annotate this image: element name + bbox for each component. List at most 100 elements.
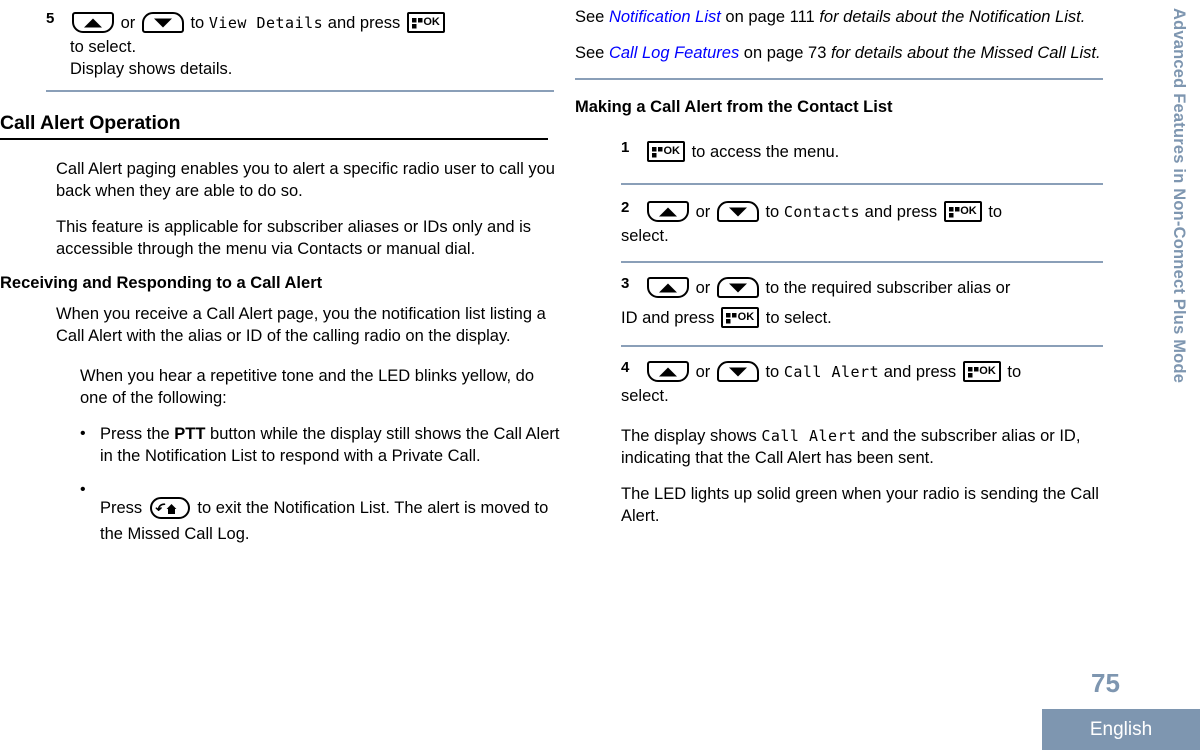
step-line-2-post: to select. bbox=[765, 309, 832, 327]
step-number: 1 bbox=[621, 139, 630, 156]
up-arrow-key[interactable] bbox=[647, 361, 689, 382]
menu-grid-icon bbox=[967, 367, 979, 378]
step-result: Display shows details. bbox=[70, 60, 233, 78]
down-triangle-icon bbox=[728, 283, 747, 292]
down-triangle-icon bbox=[728, 367, 747, 376]
menu-grid-icon bbox=[411, 18, 423, 29]
see-tail: for details about the Notification List. bbox=[819, 8, 1086, 26]
section-divider bbox=[46, 90, 554, 92]
display-value: Call Alert bbox=[761, 427, 857, 445]
or-label: or bbox=[695, 279, 711, 297]
see-label: See bbox=[575, 44, 609, 62]
and-press-label: and press bbox=[327, 14, 401, 32]
down-arrow-key[interactable] bbox=[716, 277, 759, 298]
step-number: 5 bbox=[46, 10, 55, 27]
or-label: or bbox=[120, 14, 136, 32]
link-call-log-features[interactable]: Call Log Features bbox=[609, 44, 739, 62]
up-arrow-key[interactable] bbox=[72, 12, 114, 33]
and-press-label: and press bbox=[883, 363, 957, 381]
menu-grid-icon bbox=[652, 147, 663, 158]
up-arrow-key[interactable] bbox=[647, 277, 689, 298]
up-triangle-icon bbox=[659, 367, 677, 376]
step-number: 3 bbox=[621, 275, 630, 292]
down-triangle-icon bbox=[728, 207, 747, 216]
to-label: to bbox=[765, 363, 780, 381]
ok-key[interactable]: OK bbox=[962, 361, 1001, 382]
step-divider bbox=[621, 261, 1103, 263]
up-triangle-icon bbox=[84, 18, 102, 27]
side-tab: Advanced Features in Non-Connect Plus Mo… bbox=[1155, 0, 1200, 660]
step-number: 4 bbox=[621, 359, 630, 376]
result-pre: The display shows bbox=[621, 427, 762, 445]
up-triangle-icon bbox=[659, 207, 677, 216]
ok-key-label: OK bbox=[960, 205, 977, 217]
menu-grid-icon bbox=[948, 207, 960, 218]
ok-key-label: OK bbox=[663, 145, 681, 157]
step-2: 2 or to Contacts and press OK to select. bbox=[621, 199, 1135, 247]
step-line-2: ID and press OK to select. bbox=[621, 301, 1135, 335]
step-body: or to View Details and press OK to selec… bbox=[70, 10, 560, 80]
back-home-icon bbox=[155, 503, 177, 514]
page-ref: on page 111 bbox=[720, 8, 820, 26]
result-display-shows: The display shows Call Alert and the sub… bbox=[621, 425, 1135, 469]
ok-key-label: OK bbox=[423, 16, 440, 28]
step-tail: to select. bbox=[70, 38, 137, 56]
display-value: Contacts bbox=[783, 203, 861, 221]
ok-key[interactable]: OK bbox=[406, 12, 445, 33]
step-tail: to access the menu. bbox=[691, 143, 840, 161]
step-number: 2 bbox=[621, 199, 630, 216]
step-5: 5 or to View Details and press OK to sel… bbox=[46, 10, 560, 80]
page-ref: on page 73 bbox=[739, 44, 831, 62]
bullet-list: • Press the PTT button while the display… bbox=[80, 423, 560, 547]
list-item: • Press the PTT button while the display… bbox=[80, 423, 560, 467]
link-notification-list[interactable]: Notification List bbox=[609, 8, 721, 26]
down-arrow-key[interactable] bbox=[716, 361, 759, 382]
section-divider bbox=[575, 78, 1103, 80]
step-tail: to bbox=[1007, 363, 1022, 381]
cross-reference-notification-list: See Notification List on page 111 for de… bbox=[575, 6, 1135, 28]
or-label: or bbox=[695, 203, 711, 221]
left-column: 5 or to View Details and press OK to sel… bbox=[0, 0, 560, 750]
step-line-1: to the required subscriber alias or bbox=[765, 279, 1011, 297]
and-press-label: and press bbox=[864, 203, 938, 221]
paragraph-feature-applicable: This feature is applicable for subscribe… bbox=[56, 218, 532, 258]
step-line-2-pre: ID and press bbox=[621, 309, 715, 327]
step-tail: to bbox=[988, 203, 1003, 221]
step-divider bbox=[621, 183, 1103, 185]
ok-key[interactable]: OK bbox=[943, 201, 982, 222]
paragraph-repetitive-tone: When you hear a repetitive tone and the … bbox=[80, 367, 535, 407]
back-home-key[interactable] bbox=[149, 497, 190, 519]
see-tail: for details about the Missed Call List. bbox=[830, 44, 1101, 62]
list-item: • Press to exit the Notification List. T… bbox=[80, 479, 560, 547]
paragraph-call-alert-intro: Call Alert paging enables you to alert a… bbox=[56, 160, 555, 200]
right-column: See Notification List on page 111 for de… bbox=[575, 0, 1135, 750]
step-body: or to Call Alert and press OK to select.… bbox=[621, 359, 1135, 527]
step-body: OK to access the menu. bbox=[645, 139, 1135, 165]
manual-page: 5 or to View Details and press OK to sel… bbox=[0, 0, 1200, 750]
step-3: 3 or to the required subscriber alias or… bbox=[621, 275, 1135, 335]
to-label: to bbox=[765, 203, 780, 221]
bullet-marker: • bbox=[80, 425, 86, 442]
display-value: View Details bbox=[208, 14, 324, 32]
up-triangle-icon bbox=[659, 283, 677, 292]
page-title: Call Alert Operation bbox=[0, 112, 548, 140]
ok-key-label: OK bbox=[737, 311, 755, 323]
down-arrow-key[interactable] bbox=[716, 201, 759, 222]
menu-grid-icon bbox=[726, 313, 737, 324]
step-1: 1 OK to access the menu. bbox=[621, 139, 1135, 165]
subsection-title-receiving: Receiving and Responding to a Call Alert bbox=[0, 274, 323, 292]
up-arrow-key[interactable] bbox=[647, 201, 689, 222]
bullet-pre: Press the bbox=[100, 425, 175, 443]
side-tab-label: Advanced Features in Non-Connect Plus Mo… bbox=[1170, 8, 1188, 384]
down-arrow-key[interactable] bbox=[141, 12, 184, 33]
see-label: See bbox=[575, 8, 609, 26]
ok-key-label: OK bbox=[979, 365, 996, 377]
bullet-pre: Press bbox=[100, 499, 143, 517]
paragraph-receive-page: When you receive a Call Alert page, you … bbox=[56, 305, 546, 345]
ok-key[interactable]: OK bbox=[721, 307, 760, 328]
ok-key[interactable]: OK bbox=[647, 141, 685, 162]
bullet-content: Press the PTT button while the display s… bbox=[100, 423, 560, 467]
or-label: or bbox=[695, 363, 711, 381]
step-divider bbox=[621, 345, 1103, 347]
result-led-green: The LED lights up solid green when your … bbox=[621, 485, 1099, 525]
